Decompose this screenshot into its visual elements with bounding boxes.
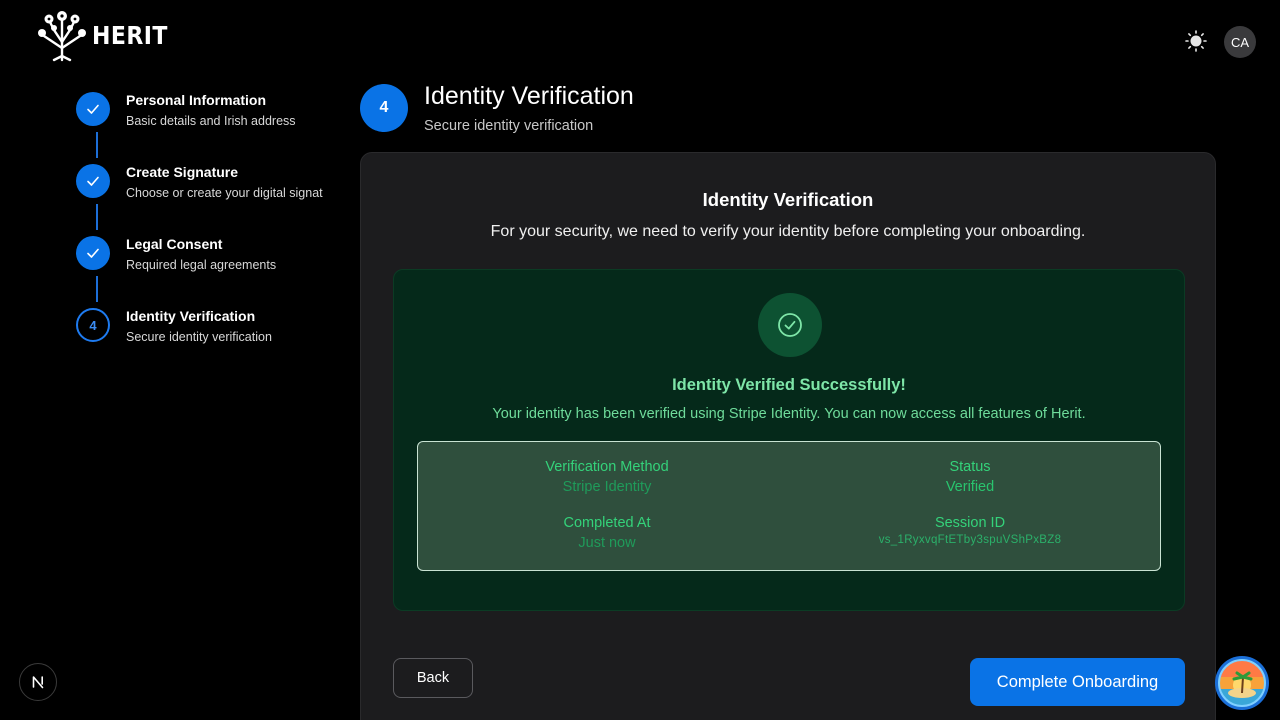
detail-completed-at: Completed At Just now xyxy=(457,515,757,551)
step-subtitle: Secure identity verification xyxy=(126,330,272,344)
step-legal-consent[interactable]: Legal Consent Required legal agreements xyxy=(76,236,346,308)
step-subtitle: Required legal agreements xyxy=(126,258,277,272)
step-title: Identity Verification xyxy=(126,308,256,324)
check-icon xyxy=(87,104,99,114)
onboarding-stepper: Personal Information Basic details and I… xyxy=(76,92,346,380)
detail-label: Completed At xyxy=(563,515,651,531)
step-complete-badge xyxy=(76,92,110,126)
page-title: Identity Verification xyxy=(424,82,634,110)
theme-toggle-button[interactable] xyxy=(1184,29,1208,53)
back-button[interactable]: Back xyxy=(393,658,473,698)
herit-logo[interactable]: HERIT xyxy=(36,8,178,62)
success-message: Your identity has been verified using St… xyxy=(492,406,1086,422)
nextjs-logo-icon xyxy=(32,676,44,689)
verification-details: Verification Method Stripe Identity Stat… xyxy=(417,441,1161,571)
status-value: Verified xyxy=(945,479,995,495)
step-complete-badge xyxy=(76,164,110,198)
step-title: Personal Information xyxy=(126,92,267,108)
detail-value: Just now xyxy=(578,535,636,551)
detail-label: Verification Method xyxy=(545,459,669,475)
assistant-avatar-button[interactable] xyxy=(1215,656,1269,710)
nextjs-devtools-button[interactable] xyxy=(19,663,57,701)
sun-icon xyxy=(1185,30,1207,52)
current-step-badge: 4 xyxy=(360,84,408,132)
step-title: Legal Consent xyxy=(126,236,223,252)
step-identity-verification[interactable]: 4 Identity Verification Secure identity … xyxy=(76,308,346,380)
tree-icon xyxy=(38,11,86,62)
check-circle-icon xyxy=(778,313,802,337)
step-number-badge: 4 xyxy=(76,308,110,342)
step-subtitle: Choose or create your digital signat xyxy=(126,186,323,200)
island-avatar-icon xyxy=(1218,659,1266,707)
step-create-signature[interactable]: Create Signature Choose or create your d… xyxy=(76,164,346,236)
card-description: For your security, we need to verify you… xyxy=(490,223,1086,240)
success-check-badge xyxy=(758,293,822,357)
step-connector xyxy=(96,204,98,230)
verification-card: Identity Verification For your security,… xyxy=(360,152,1216,720)
step-title: Create Signature xyxy=(126,164,239,180)
detail-label: Status xyxy=(949,459,991,475)
brand-name: HERIT xyxy=(92,20,168,50)
check-icon xyxy=(87,176,99,186)
check-icon xyxy=(87,248,99,258)
step-personal-information[interactable]: Personal Information Basic details and I… xyxy=(76,92,346,164)
detail-status: Status Verified xyxy=(820,459,1120,495)
detail-session-id: Session ID vs_1RyxvqFtETby3spuVShPxBZ8 xyxy=(820,515,1120,546)
page-subtitle: Secure identity verification xyxy=(424,118,594,134)
verification-success-panel: Identity Verified Successfully! Your ide… xyxy=(393,269,1185,611)
detail-verification-method: Verification Method Stripe Identity xyxy=(457,459,757,495)
detail-value: Stripe Identity xyxy=(562,479,652,495)
complete-onboarding-button[interactable]: Complete Onboarding xyxy=(970,658,1185,706)
step-complete-badge xyxy=(76,236,110,270)
card-title: Identity Verification xyxy=(702,189,874,210)
step-connector xyxy=(96,132,98,158)
session-id-value: vs_1RyxvqFtETby3spuVShPxBZ8 xyxy=(878,534,1062,546)
success-title: Identity Verified Successfully! xyxy=(672,376,906,394)
step-connector xyxy=(96,276,98,302)
user-avatar[interactable]: CA xyxy=(1224,26,1256,58)
step-subtitle: Basic details and Irish address xyxy=(126,114,296,128)
detail-label: Session ID xyxy=(934,515,1006,531)
